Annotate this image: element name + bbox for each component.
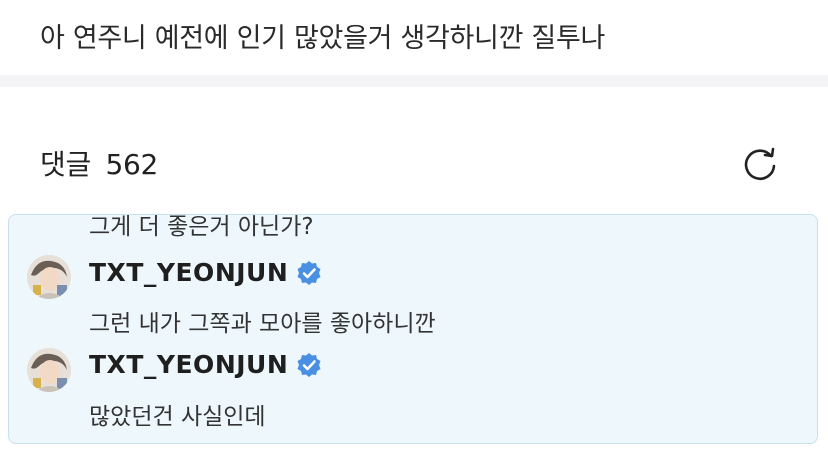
section-divider xyxy=(0,75,828,87)
reply-text: 많았던건 사실인데 xyxy=(89,404,266,430)
username-row: TXT_YEONJUN xyxy=(89,350,322,379)
verified-badge-icon xyxy=(297,352,321,377)
avatar-image xyxy=(27,255,71,299)
username-row: TXT_YEONJUN xyxy=(89,258,322,287)
refresh-icon xyxy=(744,147,776,181)
avatar[interactable] xyxy=(27,255,71,299)
clipped-reply-text: 그게 더 좋은거 아닌가? xyxy=(89,214,314,240)
comments-label: 댓글 xyxy=(40,148,91,181)
verified-badge-icon xyxy=(297,260,321,285)
username[interactable]: TXT_YEONJUN xyxy=(89,350,288,379)
reply-thread: 그게 더 좋은거 아닌가? TXT_YEONJUN 그런 내가 그쪽과 모아를 … xyxy=(8,214,818,444)
comments-header: 댓글 562 xyxy=(40,143,158,183)
comments-count: 562 xyxy=(105,148,159,181)
refresh-button[interactable] xyxy=(740,143,780,183)
avatar-image xyxy=(27,348,71,392)
post-text: 아 연주니 예전에 인기 많았을거 생각하니깐 질투나 xyxy=(40,23,606,54)
username[interactable]: TXT_YEONJUN xyxy=(89,258,288,287)
avatar[interactable] xyxy=(27,348,71,392)
reply-text: 그런 내가 그쪽과 모아를 좋아하니깐 xyxy=(89,311,436,337)
